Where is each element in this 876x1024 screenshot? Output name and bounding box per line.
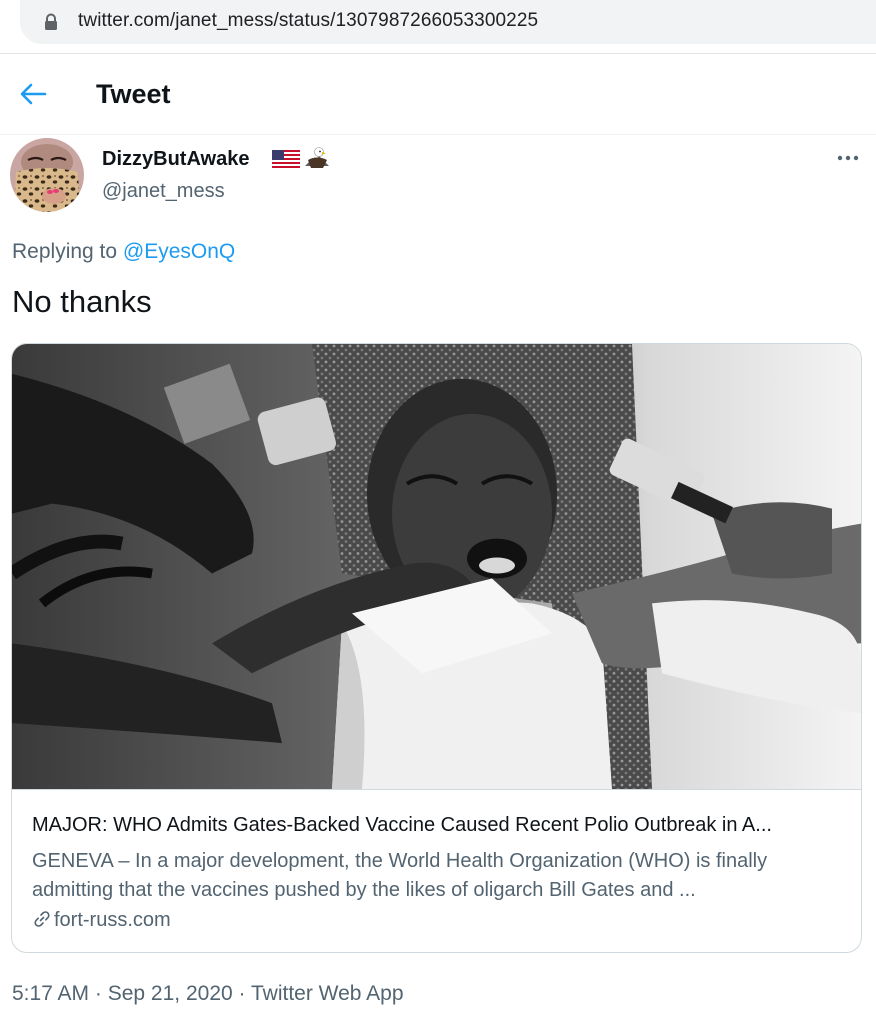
tweet-source[interactable]: Twitter Web App — [251, 982, 404, 1005]
link-icon — [34, 911, 50, 927]
card-description: GENEVA – In a major development, the Wor… — [32, 850, 768, 901]
display-name[interactable]: DizzyButAwake — [102, 148, 249, 171]
card-domain-text: fort-russ.com — [54, 909, 171, 931]
url-text[interactable]: twitter.com/janet_mess/status/1307987266… — [78, 10, 538, 32]
tweet-text: No thanks — [12, 284, 152, 319]
arrow-left-icon[interactable] — [18, 81, 48, 107]
us-flag-icon — [272, 150, 300, 168]
link-card[interactable]: MAJOR: WHO Admits Gates-Backed Vaccine C… — [11, 343, 862, 953]
lock-icon[interactable] — [44, 13, 58, 31]
page-title: Tweet — [96, 79, 171, 109]
card-image[interactable] — [12, 344, 861, 790]
replying-mention-link[interactable]: @EyesOnQ — [123, 240, 235, 263]
meta-separator: · — [89, 982, 108, 1005]
eagle-icon — [305, 147, 329, 168]
tweet-time[interactable]: 5:17 AM — [12, 982, 89, 1005]
tweet-header: Tweet — [0, 55, 876, 135]
avatar[interactable] — [10, 138, 84, 212]
card-domain[interactable]: fort-russ.com — [32, 909, 171, 932]
meta-separator: · — [232, 982, 251, 1005]
replying-to: Replying to @EyesOnQ — [12, 240, 235, 264]
browser-toolbar: twitter.com/janet_mess/status/1307987266… — [0, 0, 876, 54]
more-options-icon[interactable] — [834, 148, 862, 168]
tweet-meta: 5:17 AM · Sep 21, 2020 · Twitter Web App — [12, 982, 404, 1006]
replying-prefix: Replying to — [12, 240, 118, 263]
tweet-date[interactable]: Sep 21, 2020 — [108, 982, 233, 1005]
card-title[interactable]: MAJOR: WHO Admits Gates-Backed Vaccine C… — [32, 814, 847, 837]
author-handle[interactable]: @janet_mess — [102, 180, 225, 203]
